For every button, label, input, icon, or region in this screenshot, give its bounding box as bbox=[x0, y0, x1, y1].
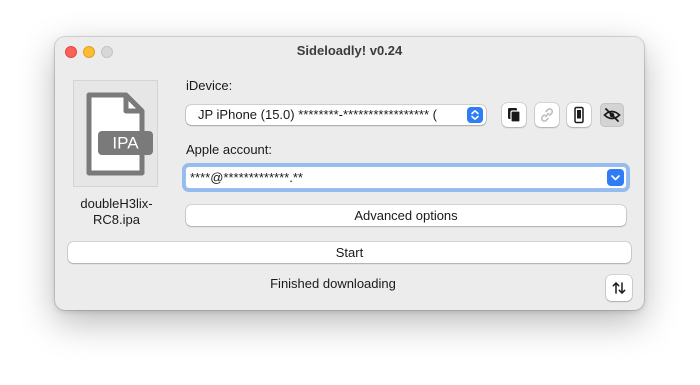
idevice-label: iDevice: bbox=[186, 78, 233, 93]
chevron-down-icon[interactable] bbox=[607, 169, 624, 186]
link-button[interactable] bbox=[535, 103, 559, 127]
window-title: Sideloadly! v0.24 bbox=[296, 43, 403, 58]
start-button[interactable]: Start bbox=[68, 242, 631, 263]
advanced-options-button[interactable]: Advanced options bbox=[186, 205, 626, 226]
copy-button[interactable] bbox=[502, 103, 526, 127]
eye-slash-icon bbox=[603, 108, 621, 122]
status-text: Finished downloading bbox=[270, 276, 396, 291]
up-down-arrows-icon bbox=[612, 282, 626, 294]
updown-chevron-icon bbox=[467, 107, 483, 123]
idevice-select[interactable]: JP iPhone (15.0) ********-**************… bbox=[186, 105, 486, 125]
title-bar: Sideloadly! v0.24 bbox=[55, 37, 644, 65]
device-button[interactable] bbox=[567, 103, 591, 127]
ipa-file-name: doubleH3lix-RC8.ipa bbox=[80, 196, 153, 227]
apple-account-combobox[interactable] bbox=[185, 166, 627, 189]
apple-account-input[interactable] bbox=[190, 167, 600, 188]
ipa-icon-label: IPA bbox=[112, 134, 139, 153]
app-window: Sideloadly! v0.24 IPA doubleH3lix-RC8.ip… bbox=[55, 37, 644, 310]
ipa-drop-area[interactable]: IPA bbox=[73, 80, 158, 187]
phone-icon bbox=[574, 106, 584, 124]
idevice-selected-value: JP iPhone (15.0) ********-**************… bbox=[198, 107, 437, 122]
ipa-file-icon: IPA bbox=[86, 92, 153, 176]
log-toggle-button[interactable] bbox=[606, 275, 632, 301]
link-icon bbox=[540, 108, 554, 122]
apple-account-label: Apple account: bbox=[186, 142, 273, 157]
hide-toggle-button[interactable] bbox=[600, 103, 624, 127]
copy-icon bbox=[508, 108, 521, 123]
